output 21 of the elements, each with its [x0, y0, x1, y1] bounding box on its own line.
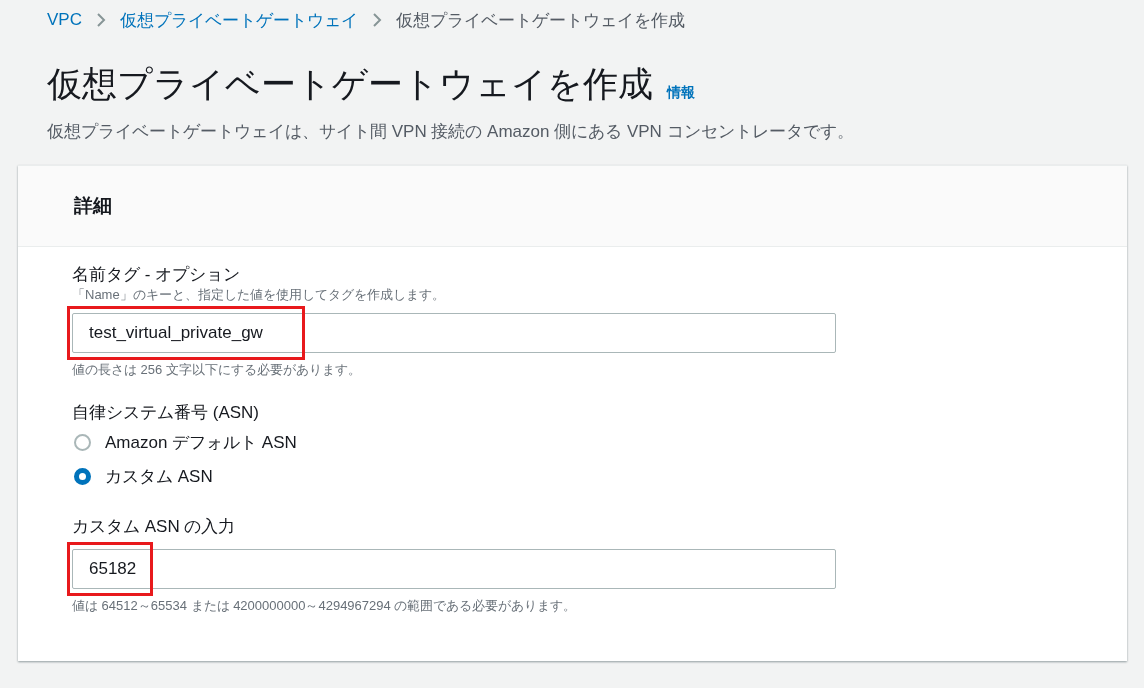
radio-button[interactable] [74, 467, 91, 485]
radio-button[interactable] [74, 433, 91, 451]
panel-heading: 詳細 [74, 194, 112, 218]
chevron-right-icon [95, 12, 106, 28]
field-label: 名前タグ - オプション [72, 264, 242, 286]
breadcrumb-link[interactable]: 仮想プライベートゲートウェイ [119, 8, 358, 32]
field-label: カスタム ASN の入力 [72, 516, 237, 538]
info-link[interactable]: 情報 [667, 84, 695, 102]
field-help: 値は 64512～65534 または 4200000000～4294967294 の範囲である必要があります。 [72, 597, 578, 615]
text-field[interactable]: 65182 [72, 549, 836, 589]
breadcrumb-current: 仮想プライベートゲートウェイを作成 [395, 9, 685, 32]
text-field[interactable]: test_virtual_private_gw [72, 313, 836, 353]
page-description: 仮想プライベートゲートウェイは、サイト間 VPN 接続の Amazon 側にある VPN コンセントレータです。 [46, 121, 855, 143]
breadcrumb-link[interactable]: VPC [47, 10, 82, 30]
field-hint: 「Name」のキーと、指定した値を使用してタグを作成します。 [72, 287, 446, 303]
radio-label: カスタム ASN [105, 465, 213, 488]
chevron-right-icon [371, 12, 382, 28]
radio-label: Amazon デフォルト ASN [105, 431, 297, 454]
field-label: 自律システム番号 (ASN) [72, 402, 260, 424]
page-title: 仮想プライベートゲートウェイを作成 [47, 63, 653, 105]
field-help: 値の長さは 256 文字以下にする必要があります。 [72, 361, 362, 379]
